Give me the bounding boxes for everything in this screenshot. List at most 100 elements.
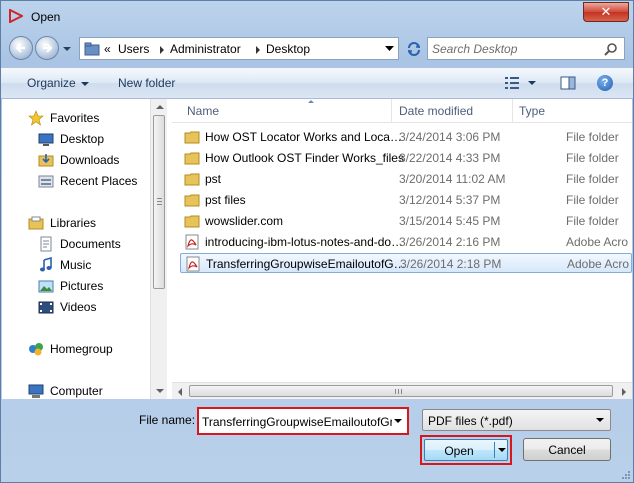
column-divider[interactable] [512,99,513,123]
chevron-down-icon[interactable] [394,419,402,423]
sidebar-item-downloads[interactable]: Downloads [38,151,119,169]
sidebar-item-documents[interactable]: Documents [38,235,121,253]
folder-icon [184,131,200,144]
view-options-chevron-icon[interactable] [528,81,536,85]
sidebar-scroll-thumb[interactable] [153,115,165,289]
column-type[interactable]: Type [519,104,545,118]
sidebar-label: Downloads [60,153,120,167]
column-date-modified[interactable]: Date modified [399,104,473,118]
sidebar-item-desktop[interactable]: Desktop [38,130,104,148]
music-note-icon [38,257,54,273]
chevron-right-icon[interactable] [255,46,261,54]
refresh-button[interactable] [403,37,425,60]
sidebar-item-videos[interactable]: Videos [38,298,96,316]
sidebar-item-libraries[interactable]: Libraries [28,214,96,232]
sidebar-scrollbar[interactable] [150,99,167,399]
column-name[interactable]: Name [187,104,219,118]
search-icon[interactable] [604,42,618,56]
file-row[interactable]: wowslider.com 3/15/2014 5:45 PM File fol… [180,211,632,231]
file-type-value: PDF files (*.pdf) [428,414,513,428]
arrow-left-icon [15,43,25,53]
sidebar-label: Desktop [60,132,105,146]
help-button[interactable]: ? [597,75,613,91]
sidebar-item-computer[interactable]: Computer [28,382,103,399]
navigation-pane[interactable]: Favorites Desktop Downloads Recent Place… [2,99,167,399]
search-input[interactable] [432,41,600,57]
scroll-up-icon[interactable] [156,105,164,109]
open-options-chevron-icon[interactable] [498,448,506,452]
file-row[interactable]: How Outlook OST Finder Works_files 3/22/… [180,148,632,168]
sidebar-label: Recent Places [60,174,138,188]
breadcrumb-overflow[interactable]: « [104,42,111,56]
grip-icon [157,198,162,205]
file-date: 3/20/2014 11:02 AM [399,172,506,186]
pdf-icon [186,256,200,272]
file-date: 3/12/2014 5:37 PM [399,193,501,207]
column-divider[interactable] [391,99,392,123]
scroll-down-icon[interactable] [156,389,164,393]
file-type: File folder [566,193,619,207]
sidebar-label: Homegroup [50,342,113,356]
star-icon [28,110,44,126]
address-bar[interactable]: « Users Administrator Desktop [79,37,399,60]
folder-icon [84,42,100,56]
sidebar-item-recent-places[interactable]: Recent Places [38,172,137,190]
file-type-select[interactable]: PDF files (*.pdf) [422,409,611,431]
open-button[interactable]: Open [424,439,508,461]
arrow-right-icon [43,43,53,53]
content-area: Favorites Desktop Downloads Recent Place… [2,99,632,399]
forward-button[interactable] [35,36,59,60]
file-type: File folder [566,172,619,186]
sidebar-label: Music [60,258,92,272]
file-row[interactable]: pst 3/20/2014 11:02 AM File folder [180,169,632,189]
filename-value[interactable]: TransferringGroupwiseEmailoutofGroupwise [202,415,392,429]
sidebar-item-favorites[interactable]: Favorites [28,109,99,127]
chevron-right-icon[interactable] [159,46,165,54]
chevron-down-icon[interactable] [385,45,394,52]
sidebar-item-homegroup[interactable]: Homegroup [28,340,113,358]
file-row[interactable]: pst files 3/12/2014 5:37 PM File folder [180,190,632,210]
back-button[interactable] [9,36,33,60]
breadcrumb-desktop[interactable]: Desktop [266,42,310,56]
horizontal-scroll-thumb[interactable] [189,385,613,397]
cancel-button[interactable]: Cancel [523,438,611,461]
search-box[interactable] [427,37,625,60]
file-row[interactable]: introducing-ibm-lotus-notes-and-domi... … [180,232,632,252]
file-type: File folder [566,214,619,228]
file-type: File folder [566,130,619,144]
file-list-horizontal-scrollbar[interactable] [172,382,632,399]
organize-menu-button[interactable]: Organize [27,76,89,90]
file-row-selected[interactable]: TransferringGroupwiseEmailoutofGroup... … [180,253,632,273]
libraries-icon [28,215,44,231]
filename-field[interactable]: TransferringGroupwiseEmailoutofGroupwise [197,407,409,435]
file-date: 3/26/2014 2:18 PM [400,257,502,271]
sidebar-item-pictures[interactable]: Pictures [38,277,103,295]
resize-grip-icon[interactable] [621,470,631,480]
preview-pane-icon[interactable] [560,75,576,91]
documents-icon [38,236,54,252]
scroll-right-icon[interactable] [622,388,626,396]
close-button[interactable]: ✕ [583,2,629,22]
open-label: Open [444,444,474,458]
chevron-down-icon[interactable] [596,418,604,422]
recent-pages-dropdown-icon[interactable] [61,43,73,55]
organize-label: Organize [27,76,76,90]
sidebar-item-music[interactable]: Music [38,256,91,274]
pdf-icon [185,234,199,250]
breadcrumb-users[interactable]: Users [118,42,149,56]
title-bar[interactable]: Open ✕ [1,1,633,33]
computer-icon [28,383,44,399]
pictures-icon [38,278,54,294]
file-name: wowslider.com [205,214,284,228]
file-name: pst [205,172,222,186]
view-details-icon[interactable] [504,75,520,91]
file-row[interactable]: How OST Locator Works and Locates All ..… [180,127,632,147]
split-divider [494,442,495,458]
scroll-left-icon[interactable] [178,388,182,396]
new-folder-button[interactable]: New folder [118,76,175,90]
sidebar-label: Documents [60,237,121,251]
file-list[interactable]: Name Date modified Type How OST Locator … [172,99,632,399]
desktop-icon [38,131,54,147]
breadcrumb-administrator[interactable]: Administrator [170,42,241,56]
sort-ascending-icon [308,100,314,103]
